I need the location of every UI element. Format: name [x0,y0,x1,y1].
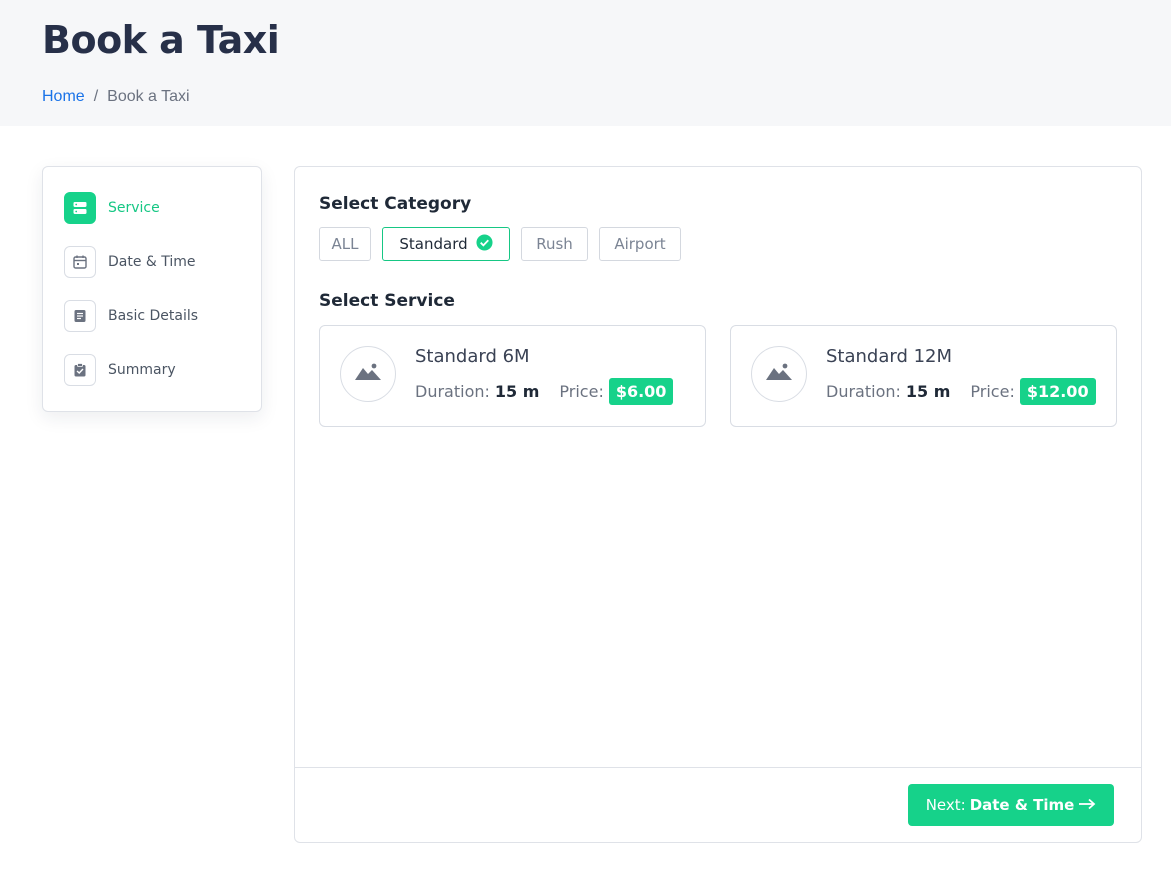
price-label: Price: [559,382,604,401]
price-label: Price: [970,382,1015,401]
duration-value: 15 m [494,382,540,401]
service-thumbnail [340,346,396,402]
step-label: Basic Details [108,308,199,324]
server-icon [64,192,96,224]
mountain-image-icon [765,362,793,387]
page-header: Book a Taxi Home / Book a Taxi [0,0,1171,126]
duration-value: 15 m [905,382,951,401]
step-service[interactable]: Service [64,192,160,224]
duration-label: Duration: [415,382,490,401]
service-name: Standard 12M [826,346,953,367]
service-card-standard-6m[interactable]: Standard 6M Duration: 15 m Price: $6.00 [319,325,706,427]
calendar-icon [64,246,96,278]
next-prefix: Next: [925,796,966,814]
category-standard-button[interactable]: Standard [382,227,510,261]
breadcrumb-current: Book a Taxi [107,88,190,105]
step-label: Service [108,200,160,216]
select-service-title: Select Service [319,291,455,311]
duration-label: Duration: [826,382,901,401]
category-airport-button[interactable]: Airport [599,227,681,261]
category-all-button[interactable]: ALL [319,227,371,261]
service-meta: Duration: 15 m Price: $12.00 [826,378,1096,405]
service-thumbnail [751,346,807,402]
mountain-image-icon [354,362,382,387]
step-summary[interactable]: Summary [64,354,176,386]
footer-divider [295,767,1141,768]
step-date-time[interactable]: Date & Time [64,246,196,278]
step-label: Summary [108,362,176,378]
category-rush-button[interactable]: Rush [521,227,588,261]
service-meta: Duration: 15 m Price: $6.00 [415,378,674,405]
arrow-right-icon [1078,796,1096,814]
service-name: Standard 6M [415,346,530,367]
booking-main-card: Select Category ALL Standard Rush Airpor… [294,166,1142,843]
booking-steps-panel: Service Date & Time Basic Details Summar… [42,166,262,412]
category-standard-label: Standard [399,235,468,253]
step-basic-details[interactable]: Basic Details [64,300,198,332]
select-category-title: Select Category [319,194,472,214]
next-step-button[interactable]: Next: Date & Time [908,784,1114,826]
page-title: Book a Taxi [42,18,280,62]
step-label: Date & Time [108,254,196,270]
breadcrumb: Home / Book a Taxi [42,88,190,106]
clipboard-check-icon [64,354,96,386]
breadcrumb-home-link[interactable]: Home [42,88,85,106]
price-badge: $12.00 [1019,378,1096,405]
breadcrumb-separator: / [93,88,99,105]
service-card-standard-12m[interactable]: Standard 12M Duration: 15 m Price: $12.0… [730,325,1117,427]
document-icon [64,300,96,332]
check-circle-icon [476,233,493,255]
price-badge: $6.00 [608,378,674,405]
next-step-label: Date & Time [969,796,1075,814]
